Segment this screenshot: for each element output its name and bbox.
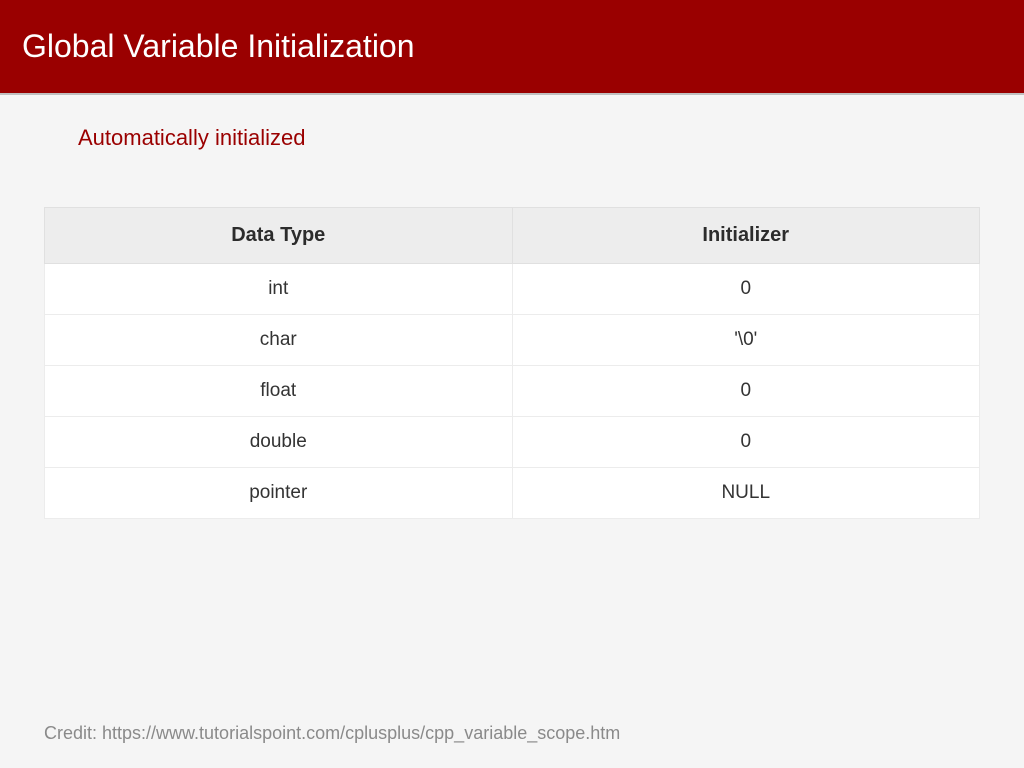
table-row: pointer NULL [45, 468, 980, 519]
cell-type: int [45, 264, 513, 315]
slide-title: Global Variable Initialization [22, 28, 415, 65]
init-table: Data Type Initializer int 0 char '\0' fl… [44, 207, 980, 519]
cell-init: '\0' [512, 315, 980, 366]
subtitle: Automatically initialized [78, 125, 980, 151]
cell-type: double [45, 417, 513, 468]
slide-body: Automatically initialized Data Type Init… [0, 95, 1024, 768]
col-header-init: Initializer [512, 208, 980, 264]
table-row: float 0 [45, 366, 980, 417]
cell-type: float [45, 366, 513, 417]
table-row: char '\0' [45, 315, 980, 366]
col-header-type: Data Type [45, 208, 513, 264]
cell-type: char [45, 315, 513, 366]
table-row: double 0 [45, 417, 980, 468]
table-header-row: Data Type Initializer [45, 208, 980, 264]
slide-header: Global Variable Initialization [0, 0, 1024, 95]
cell-init: NULL [512, 468, 980, 519]
cell-init: 0 [512, 417, 980, 468]
table-row: int 0 [45, 264, 980, 315]
cell-init: 0 [512, 366, 980, 417]
cell-type: pointer [45, 468, 513, 519]
cell-init: 0 [512, 264, 980, 315]
credit-line: Credit: https://www.tutorialspoint.com/c… [44, 723, 620, 744]
